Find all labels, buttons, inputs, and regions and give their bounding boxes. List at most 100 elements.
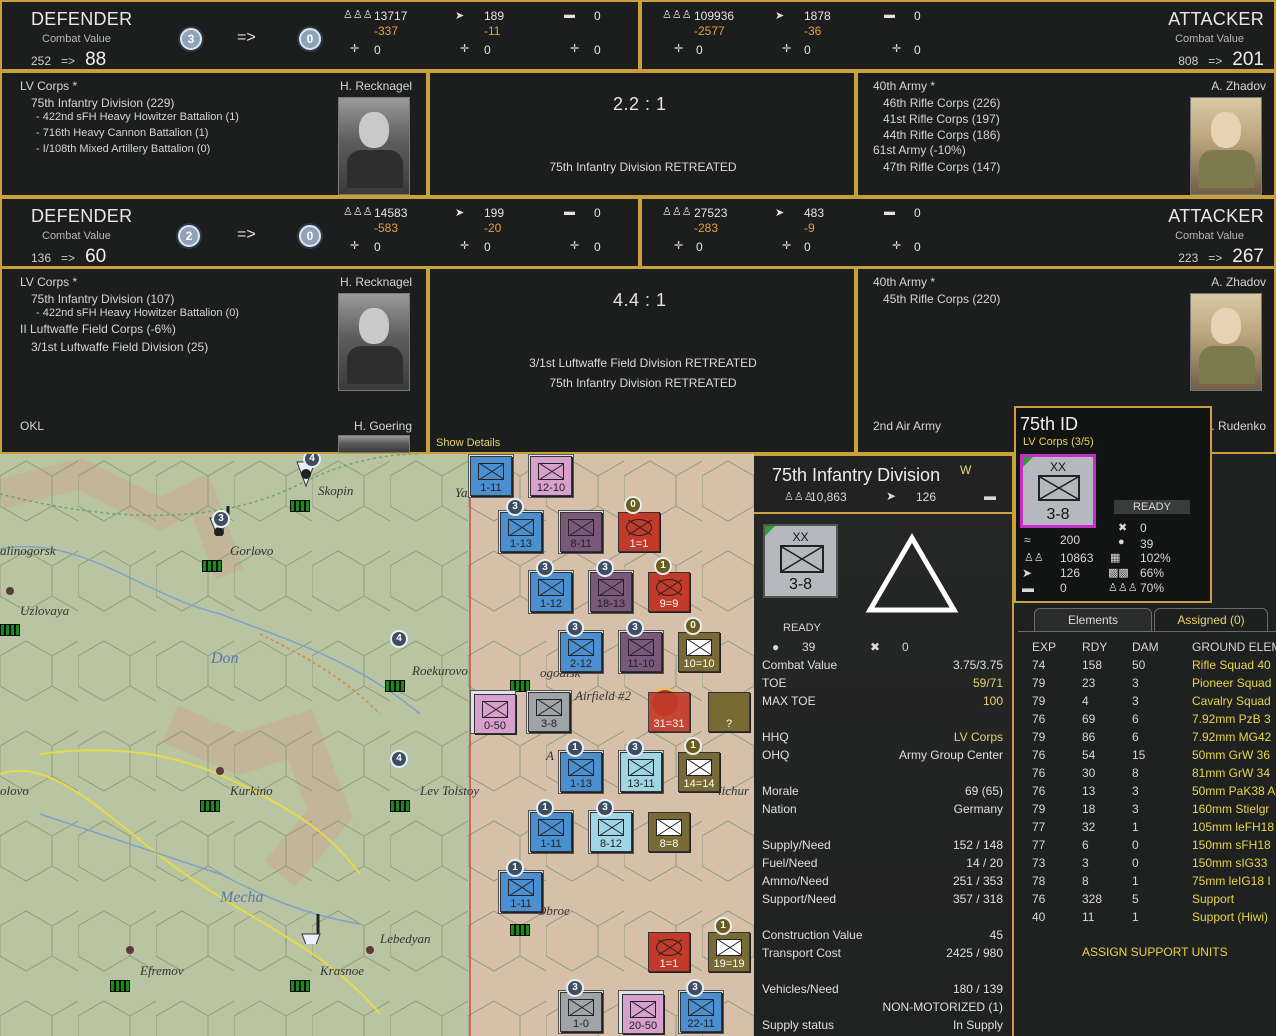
- element-stat: 0: [1132, 838, 1139, 852]
- element-name[interactable]: 50mm PaK38 A: [1192, 784, 1275, 798]
- element-stat: 8: [1082, 874, 1089, 888]
- element-stat: 6: [1132, 730, 1139, 744]
- units-arrow: =>: [237, 226, 256, 243]
- tank-icon: ▬: [1022, 581, 1034, 595]
- defender-unit: - 716th Heavy Cannon Battalion (1): [36, 127, 209, 139]
- unit-counter[interactable]: 19=19: [708, 932, 750, 972]
- battle1-defender-header: DEFENDER Combat Value 252 => 88 3 => 0 ♙…: [0, 0, 640, 71]
- men-icon: ♙♙♙: [662, 9, 692, 21]
- unit-counter[interactable]: 18-13: [590, 572, 632, 612]
- unit-counter[interactable]: 12-10: [530, 456, 572, 496]
- element-stat: 54: [1082, 748, 1096, 762]
- unit-counter[interactable]: 2-12: [560, 632, 602, 672]
- winterized-mark: W: [960, 463, 972, 477]
- cv-arrow: =>: [61, 251, 76, 265]
- cv-end: 60: [85, 246, 107, 267]
- unit-counter[interactable]: 8-11: [560, 512, 602, 552]
- unit-counter[interactable]: 9=9: [648, 572, 690, 612]
- element-stat: 0: [1132, 856, 1139, 870]
- combat-value-row: 223 => 267: [1178, 246, 1264, 268]
- city-label: lichur: [718, 783, 750, 798]
- element-stat: 79: [1032, 730, 1046, 744]
- guns-value: 199: [484, 206, 505, 220]
- unit-counter[interactable]: 1-12: [530, 572, 572, 612]
- col-header-ground-element[interactable]: GROUND ELEME: [1192, 640, 1276, 654]
- unit-counter[interactable]: 10=10: [678, 632, 720, 672]
- ammo-icon: ▩▩: [1108, 567, 1129, 579]
- element-stat: 8: [1132, 766, 1139, 780]
- cv-end: 88: [85, 49, 107, 70]
- unit-counter[interactable]: 1-13: [560, 752, 602, 792]
- hex-map[interactable]: Skopin Gorlovo alinogorsk Uzlovaya Roeku…: [0, 454, 754, 1036]
- hq-marker[interactable]: [300, 914, 322, 944]
- fatigue-icon: ●: [1118, 536, 1125, 548]
- leader-portrait-zhadov: [1190, 97, 1262, 195]
- city-label: Roekurovo: [412, 663, 468, 678]
- tank-icon: ▬: [884, 9, 895, 21]
- unit-counter[interactable]: 1=1: [648, 932, 690, 972]
- gun-icon: ➤: [775, 207, 785, 219]
- tank-icon: ▬: [564, 206, 575, 218]
- unit-counter[interactable]: 1-11: [500, 872, 542, 912]
- air2-value: 0: [484, 43, 491, 57]
- men-loss: -337: [374, 24, 399, 38]
- unit-counter[interactable]: 13-11: [620, 752, 662, 792]
- element-name[interactable]: Cavalry Squad: [1192, 694, 1271, 708]
- element-name[interactable]: 7.92mm MG42: [1192, 730, 1271, 744]
- unit-counter[interactable]: ?: [708, 692, 750, 732]
- unit-counter-large[interactable]: XX 3-8: [763, 524, 838, 598]
- city-label: A: [546, 748, 554, 763]
- defender-air-hq: OKL: [20, 419, 45, 433]
- unit-counter[interactable]: 14=14: [678, 752, 720, 792]
- element-name[interactable]: Support: [1192, 892, 1234, 906]
- unit-counter[interactable]: 1-11: [470, 456, 512, 496]
- unit-counter[interactable]: 1-13: [500, 512, 542, 552]
- element-name[interactable]: Support (Hiwi): [1192, 910, 1268, 924]
- assign-support-units-button[interactable]: ASSIGN SUPPORT UNITS: [1082, 945, 1228, 959]
- attacker-title: ATTACKER: [1168, 206, 1264, 226]
- gun-icon: ➤: [886, 489, 897, 503]
- tab-assigned[interactable]: Assigned (0): [1154, 608, 1268, 632]
- unit-counter[interactable]: 20-50: [622, 994, 664, 1034]
- col-header-rdy[interactable]: RDY: [1082, 640, 1107, 654]
- element-name[interactable]: 150mm sIG33: [1192, 856, 1267, 870]
- combat-value-row: 136 => 60: [31, 246, 106, 268]
- defender-air-leader-name: H. Goering: [354, 419, 413, 433]
- unit-counter[interactable]: 1=1: [618, 512, 660, 552]
- cv-arrow: =>: [1208, 251, 1223, 265]
- col-header-dam[interactable]: DAM: [1132, 640, 1159, 654]
- cv-start: 252: [31, 54, 52, 68]
- unit-counter[interactable]: 1-0: [560, 992, 602, 1032]
- element-name[interactable]: Rifle Squad 40: [1192, 658, 1271, 672]
- unit-counter[interactable]: 11-10: [620, 632, 662, 672]
- element-name[interactable]: 105mm leFH18: [1192, 820, 1274, 834]
- unit-counter[interactable]: 8-12: [590, 812, 632, 852]
- hq-badge: 4: [390, 630, 408, 648]
- popup-counter[interactable]: XX 3-8: [1020, 454, 1096, 528]
- element-name[interactable]: 75mm leIG18 I: [1192, 874, 1271, 888]
- units-after-badge: 0: [299, 28, 321, 50]
- gun-icon: ➤: [455, 10, 465, 22]
- transport-plane-icon: ✛: [570, 240, 580, 252]
- afv-value: 0: [594, 206, 601, 220]
- element-name[interactable]: 7.92mm PzB 3: [1192, 712, 1271, 726]
- show-details-link[interactable]: Show Details: [436, 437, 500, 449]
- element-name[interactable]: 160mm Stielgr: [1192, 802, 1269, 816]
- guns-loss: -9: [804, 221, 815, 235]
- tab-elements[interactable]: Elements: [1034, 608, 1152, 632]
- element-name[interactable]: Pioneer Squad: [1192, 676, 1271, 690]
- guns-value: 1878: [804, 9, 831, 23]
- element-name[interactable]: 50mm GrW 36: [1192, 748, 1270, 762]
- combat-value-row: 252 => 88: [31, 49, 106, 71]
- unit-counter-selected[interactable]: 3-8: [528, 692, 570, 732]
- unit-counter[interactable]: 22-11: [680, 992, 722, 1032]
- air1-value: 0: [374, 43, 381, 57]
- unit-counter[interactable]: 0-50: [474, 694, 516, 734]
- tank-icon: ▬: [564, 9, 575, 21]
- unit-counter[interactable]: 31=31: [648, 692, 690, 732]
- unit-counter[interactable]: 1-11: [530, 812, 572, 852]
- element-name[interactable]: 81mm GrW 34: [1192, 766, 1270, 780]
- element-name[interactable]: 150mm sFH18: [1192, 838, 1271, 852]
- unit-counter[interactable]: 8=8: [648, 812, 690, 852]
- col-header-exp[interactable]: EXP: [1032, 640, 1056, 654]
